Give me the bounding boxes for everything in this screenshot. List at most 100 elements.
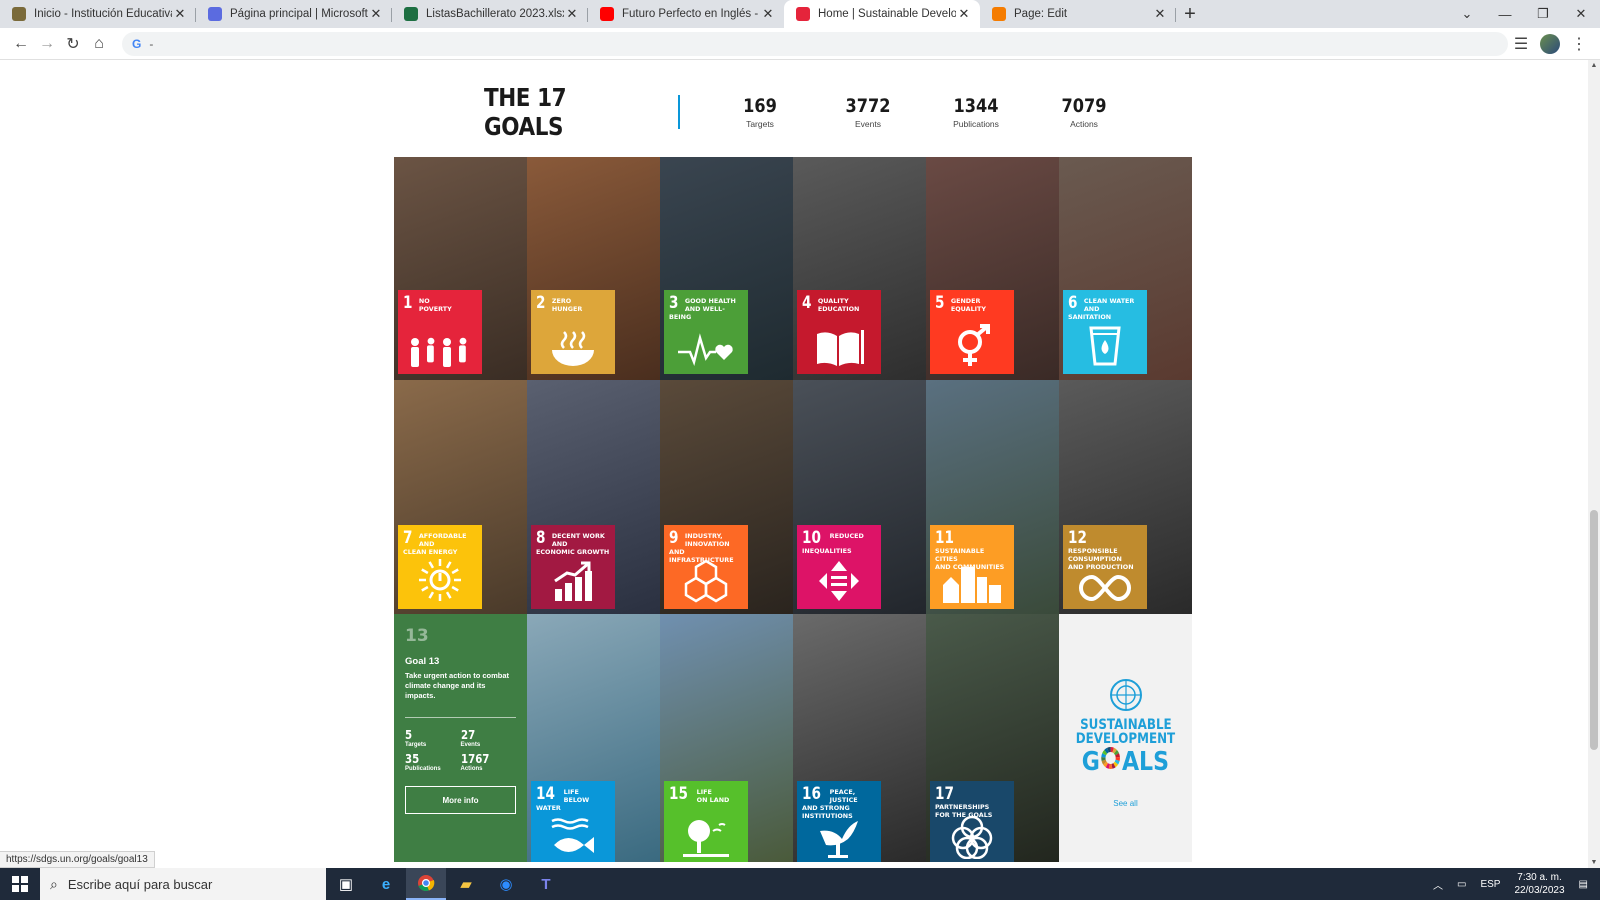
browser-tab[interactable]: Futuro Perfecto en Inglés - YouTu✕ [588, 0, 784, 28]
goal-number: 3 [669, 293, 679, 313]
goal-tile-4[interactable]: 4 Quality education [797, 290, 881, 374]
restore-button[interactable]: ❐ [1524, 6, 1562, 22]
minimize-button[interactable]: — [1486, 7, 1524, 22]
tab-search-icon[interactable]: ⌄ [1448, 6, 1486, 22]
tray-expand-icon[interactable]: ︿ [1433, 877, 1443, 892]
see-all-link[interactable]: See all [1113, 799, 1137, 808]
scroll-up-arrow[interactable]: ▲ [1588, 62, 1600, 69]
goal-tile-3[interactable]: 3 Good health and well-being [664, 290, 748, 374]
browser-tab[interactable]: Home | Sustainable Development✕ [784, 0, 980, 28]
goal-tile-16[interactable]: 16 Peace, justice and strong institutions [797, 781, 881, 862]
header-stat: 169 Targets [706, 95, 814, 129]
tab-title: Page: Edit [1014, 8, 1068, 20]
close-window-button[interactable]: ✕ [1562, 6, 1600, 22]
goal-photo-cell[interactable]: 9 Industry, innovation and infrastructure [660, 380, 793, 614]
sdg-logo-goals: G ALS [1082, 746, 1169, 775]
goal-photo-cell[interactable]: 12 Responsible consumption and production [1059, 380, 1192, 614]
profile-avatar[interactable] [1540, 33, 1560, 54]
goal-photo-cell[interactable]: 16 Peace, justice and strong institutions [793, 614, 926, 862]
goal-tile-1[interactable]: 1 No poverty [398, 290, 482, 374]
header-divider [678, 95, 680, 129]
page-title: THE 17 GOALS [484, 83, 567, 141]
windows-taskbar: ⌕ Escribe aquí para buscar ▣ e ▰ ◉ T ︿ ▭… [0, 868, 1600, 900]
goal-photo-cell[interactable]: 6 Clean water and sanitation [1059, 157, 1192, 380]
goal-tile-8[interactable]: 8 Decent work and economic growth [531, 525, 615, 609]
reload-button[interactable]: ↻ [60, 31, 86, 57]
scroll-thumb[interactable] [1590, 510, 1598, 750]
goal-photo-cell[interactable]: 4 Quality education [793, 157, 926, 380]
tab-close-icon[interactable]: ✕ [956, 6, 972, 22]
tab-close-icon[interactable]: ✕ [564, 6, 580, 22]
file-explorer-icon[interactable]: ▰ [446, 868, 486, 900]
tab-close-icon[interactable]: ✕ [368, 6, 384, 22]
back-button[interactable]: ← [8, 31, 34, 57]
goal-photo-cell[interactable]: 7 Affordable and clean energy [394, 380, 527, 614]
start-button[interactable] [0, 868, 40, 900]
goal13-stat: 1767 Actions [461, 752, 517, 772]
goal-tile-17[interactable]: 17 Partnerships for the goals [930, 781, 1014, 862]
goal-photo-cell[interactable]: 8 Decent work and economic growth [527, 380, 660, 614]
tab-strip: Inicio - Institución Educativa Fon✕Págin… [0, 0, 1600, 28]
dove-icon [797, 815, 881, 859]
clock-date: 22/03/2023 [1514, 885, 1565, 896]
goal-tile-14[interactable]: 14 Life below water [531, 781, 615, 862]
browser-tab[interactable]: ListasBachillerato 2023.xlsx ✕ [392, 0, 588, 28]
goal-photo-cell[interactable]: 17 Partnerships for the goals [926, 614, 1059, 862]
goal-name: Gender equality [950, 297, 987, 313]
goal-tile-11[interactable]: 11 Sustainable cities and communities [930, 525, 1014, 609]
goal-tile-12[interactable]: 12 Responsible consumption and production [1063, 525, 1147, 609]
cubes-icon [664, 559, 748, 603]
language-indicator[interactable]: ESP [1480, 879, 1500, 890]
goal-number: 6 [1068, 293, 1078, 313]
goal-tile-9[interactable]: 9 Industry, innovation and infrastructure [664, 525, 748, 609]
zoom-icon[interactable]: ◉ [486, 868, 526, 900]
chrome-icon[interactable] [406, 868, 446, 900]
goal-name: Affordable and clean energy [403, 532, 467, 556]
tab-close-icon[interactable]: ✕ [760, 6, 776, 22]
more-info-button[interactable]: More info [405, 786, 516, 814]
page-scrollbar[interactable]: ▲ ▼ [1588, 60, 1600, 868]
goal-tile-2[interactable]: 2 Zero hunger [531, 290, 615, 374]
tab-close-icon[interactable]: ✕ [1152, 6, 1168, 22]
browser-tab[interactable]: Page: Edit ✕ [980, 0, 1176, 28]
edge-icon[interactable]: e [366, 868, 406, 900]
forward-button[interactable]: → [34, 31, 60, 57]
menu-icon[interactable]: ⋮ [1566, 31, 1592, 57]
goal-photo-cell[interactable]: 3 Good health and well-being [660, 157, 793, 380]
stat-value: 7079 [1061, 95, 1107, 117]
goal-photo-cell[interactable]: 1 No poverty [394, 157, 527, 380]
notifications-icon[interactable]: ▤ [1579, 879, 1588, 890]
goal-tile-5[interactable]: 5 Gender equality [930, 290, 1014, 374]
new-tab-button[interactable]: + [1176, 0, 1204, 28]
system-clock[interactable]: 7:30 a. m. 22/03/2023 [1514, 871, 1564, 897]
sdg-logo-panel: SUSTAINABLE DEVELOPMENT G ALS See all [1059, 614, 1192, 862]
goal-tile-6[interactable]: 6 Clean water and sanitation [1063, 290, 1147, 374]
goal-photo-cell[interactable]: 2 Zero hunger [527, 157, 660, 380]
goal-photo-cell[interactable]: 5 Gender equality [926, 157, 1059, 380]
goal-photo-cell[interactable]: 15 Life on land [660, 614, 793, 862]
goal-13-panel[interactable]: 13 Goal 13 Take urgent action to combat cl… [394, 614, 527, 862]
goal-tile-15[interactable]: 15 Life on land [664, 781, 748, 862]
goal-tile-7[interactable]: 7 Affordable and clean energy [398, 525, 482, 609]
reading-list-icon[interactable]: ☰ [1508, 31, 1534, 57]
taskbar-search[interactable]: ⌕ Escribe aquí para buscar [40, 868, 326, 900]
scroll-down-arrow[interactable]: ▼ [1588, 859, 1600, 866]
network-icon[interactable]: ▭ [1457, 879, 1466, 890]
tab-favicon-icon [992, 7, 1006, 21]
buildings-icon [930, 563, 1014, 603]
goal-photo-cell[interactable]: 10 Reduced inequalities [793, 380, 926, 614]
address-bar[interactable]: G - [122, 31, 1508, 56]
browser-tab[interactable]: Página principal | Microsoft 365✕ [196, 0, 392, 28]
goal-photo-cell[interactable]: 11 Sustainable cities and communities [926, 380, 1059, 614]
home-button[interactable]: ⌂ [86, 31, 112, 57]
page-content: THE 17 GOALS 169 Targets 3772 Events 1344 Pub… [0, 60, 1588, 868]
goal-photo-cell[interactable]: 14 Life below water [527, 614, 660, 862]
tab-close-icon[interactable]: ✕ [172, 6, 188, 22]
teams-icon[interactable]: T [526, 868, 566, 900]
browser-tab[interactable]: Inicio - Institución Educativa Fon✕ [0, 0, 196, 28]
header-stat: 3772 Events [814, 95, 922, 129]
goal13-description: Take urgent action to combat climate cha… [405, 671, 510, 700]
goal-tile-10[interactable]: 10 Reduced inequalities [797, 525, 881, 609]
address-text: - [149, 36, 154, 51]
task-view-icon[interactable]: ▣ [326, 868, 366, 900]
